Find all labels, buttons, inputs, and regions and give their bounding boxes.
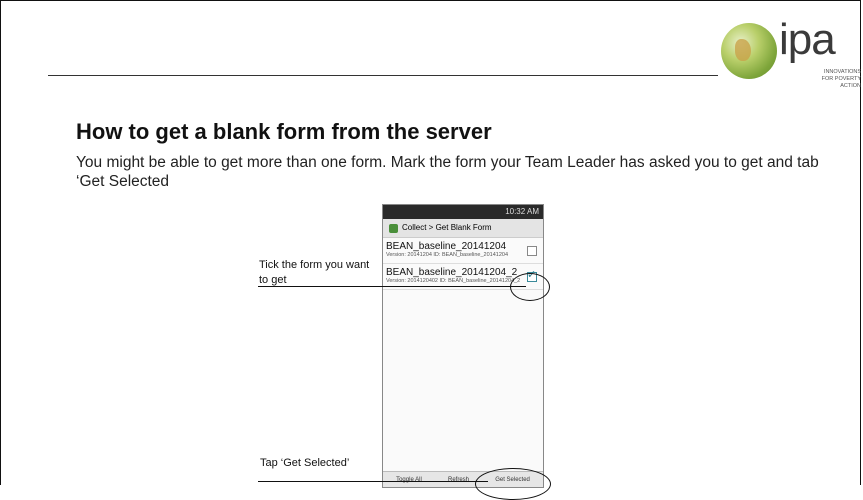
app-bar: Collect > Get Blank Form (383, 219, 543, 238)
checkbox-highlight-circle (510, 273, 550, 301)
form-name: BEAN_baseline_20141204 (386, 241, 507, 252)
logo-text: ipa (779, 15, 836, 64)
status-bar: 10:32 AM (383, 205, 543, 219)
header-divider (48, 75, 718, 76)
annotation-tap-line (258, 481, 488, 482)
annotation-tick-line (258, 286, 526, 287)
collect-app-icon (389, 223, 398, 233)
page-subtitle: You might be able to get more than one f… (76, 154, 819, 190)
page-title: How to get a blank form from the server (76, 119, 492, 144)
annotation-tick: Tick the form you want to get (259, 259, 370, 286)
logo-tagline: INNOVATIONS FOR POVERTY ACTION (821, 69, 861, 89)
phone-screenshot: 10:32 AM Collect > Get Blank Form BEAN_b… (382, 204, 544, 488)
slide: ipa INNOVATIONS FOR POVERTY ACTION How t… (0, 0, 861, 500)
ipa-logo: ipa INNOVATIONS FOR POVERTY ACTION (721, 15, 861, 91)
form-row[interactable]: BEAN_baseline_20141204 Version: 20141204… (383, 238, 543, 264)
status-time: 10:32 AM (505, 207, 539, 216)
get-selected-highlight-circle (475, 468, 551, 500)
form-meta: Version: 20141204 ID: BEAN_baseline_2014… (386, 252, 509, 258)
app-bar-title: Collect > Get Blank Form (402, 223, 492, 232)
refresh-button[interactable]: Refresh (444, 476, 473, 484)
form-checkbox[interactable] (527, 246, 537, 256)
globe-icon (721, 23, 777, 79)
annotation-tap: Tap ‘Get Selected’ (260, 457, 350, 469)
toggle-all-button[interactable]: Toggle All (392, 476, 426, 484)
